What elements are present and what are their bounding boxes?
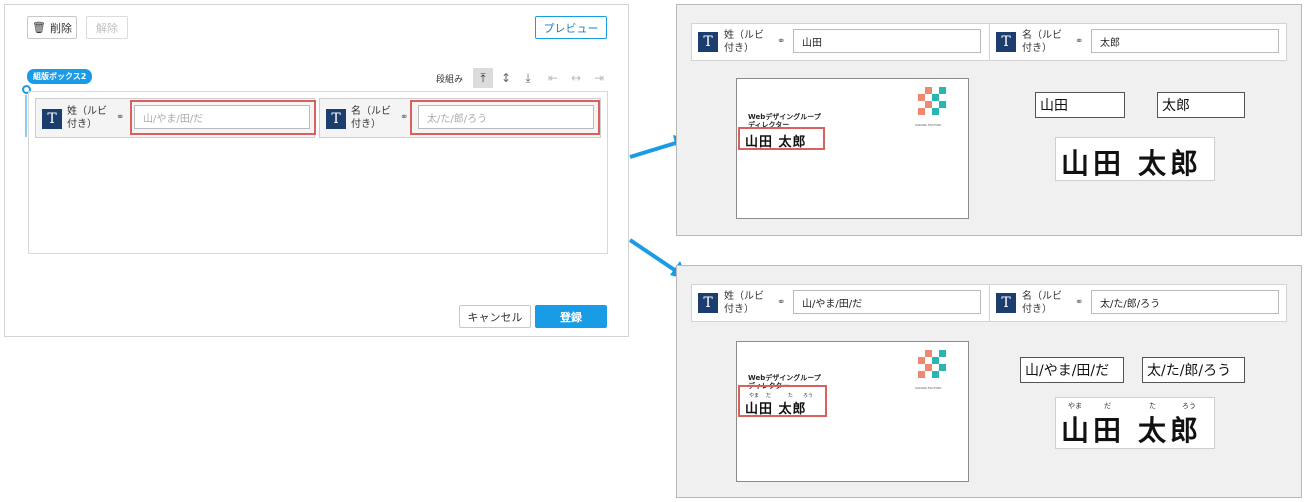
align-bottom-icon[interactable]: ⤓ bbox=[518, 68, 538, 88]
output-sei: 山田 bbox=[1035, 92, 1125, 118]
field-label: 姓（ルビ 付き） bbox=[67, 106, 107, 130]
mei-input[interactable]: 太/た/郎/ろう bbox=[1091, 290, 1279, 314]
text-type-icon: T bbox=[698, 32, 718, 52]
sakura-logo-icon bbox=[918, 350, 946, 378]
handle-line[interactable] bbox=[25, 95, 27, 137]
align-top-icon[interactable]: ⤒ bbox=[473, 68, 493, 88]
link-icon: ⚭ bbox=[116, 112, 125, 123]
link-icon: ⚭ bbox=[777, 297, 786, 308]
delete-button[interactable]: 🗑 削除 bbox=[27, 16, 77, 39]
highlight-mei bbox=[410, 100, 600, 135]
align-middle-icon[interactable]: ↕ bbox=[496, 68, 516, 88]
align-left-icon[interactable]: ⇤ bbox=[543, 68, 563, 88]
group-box-tag: 組版ボックス2 bbox=[27, 69, 93, 84]
preview-button[interactable]: プレビュー bbox=[535, 16, 607, 39]
link-icon: ⚭ bbox=[1075, 36, 1084, 47]
field-label: 姓（ルビ 付き） bbox=[724, 291, 764, 315]
output-big-name: 山田 太郎 bbox=[1055, 137, 1215, 181]
divider bbox=[989, 285, 990, 321]
mei-input[interactable]: 太郎 bbox=[1091, 29, 1279, 53]
big-mei: 太郎 bbox=[1138, 414, 1203, 447]
preview-panel-2: T 姓（ルビ 付き） ⚭ 山/やま/田/だ T 名（ルビ 付き） ⚭ 太/た/郎/ろ… bbox=[676, 265, 1302, 498]
output-big-name: やま だ た ろう 山田 太郎 bbox=[1055, 397, 1215, 449]
align-center-icon[interactable]: ↔ bbox=[566, 68, 586, 88]
link-icon: ⚭ bbox=[400, 112, 409, 123]
logo-text: SAKURA FACTORY bbox=[915, 123, 942, 127]
columns-label: 段組み bbox=[436, 75, 464, 85]
output-mei: 太郎 bbox=[1157, 92, 1245, 118]
text-type-icon: T bbox=[698, 293, 718, 313]
field-strip: T 姓（ルビ 付き） ⚭ 山/やま/田/だ T 名（ルビ 付き） ⚭ 太/た/郎/ろ… bbox=[691, 284, 1287, 322]
highlight-card-name bbox=[738, 385, 827, 417]
link-icon: ⚭ bbox=[1075, 297, 1084, 308]
big-sei: 山田 bbox=[1061, 147, 1126, 180]
cancel-button[interactable]: キャンセル bbox=[459, 305, 531, 328]
link-icon: ⚭ bbox=[777, 36, 786, 47]
editor-panel: 🗑 削除 解除 プレビュー 組版ボックス2 段組み ⤒ ↕ ⤓ ⇤ ↔ ⇥ T … bbox=[4, 4, 629, 337]
align-right-icon[interactable]: ⇥ bbox=[589, 68, 609, 88]
field-label: 姓（ルビ 付き） bbox=[724, 30, 764, 54]
field-label: 名（ルビ 付き） bbox=[1022, 291, 1062, 315]
preview-panel-1: T 姓（ルビ 付き） ⚭ 山田 T 名（ルビ 付き） ⚭ 太郎 Webデザイングルー… bbox=[676, 4, 1302, 236]
field-label: 名（ルビ 付き） bbox=[1022, 30, 1062, 54]
sei-input[interactable]: 山/やま/田/だ bbox=[793, 290, 981, 314]
text-type-icon: T bbox=[326, 109, 346, 129]
output-sei: 山/やま/田/だ bbox=[1020, 357, 1124, 383]
output-mei: 太/た/郎/ろう bbox=[1142, 357, 1245, 383]
field-strip: T 姓（ルビ 付き） ⚭ 山田 T 名（ルビ 付き） ⚭ 太郎 bbox=[691, 23, 1287, 61]
text-type-icon: T bbox=[996, 32, 1016, 52]
big-sei: 山田 bbox=[1061, 414, 1126, 447]
divider bbox=[989, 24, 990, 60]
trash-icon: 🗑 bbox=[32, 21, 46, 34]
text-type-icon: T bbox=[42, 109, 62, 129]
register-button[interactable]: 登録 bbox=[535, 305, 607, 328]
sakura-logo-icon bbox=[918, 87, 946, 115]
logo-text: SAKURA FACTORY bbox=[915, 386, 942, 390]
release-button[interactable]: 解除 bbox=[86, 16, 128, 39]
highlight-sei bbox=[130, 100, 316, 135]
text-type-icon: T bbox=[996, 293, 1016, 313]
big-mei: 太郎 bbox=[1138, 147, 1203, 180]
highlight-card-name bbox=[738, 127, 825, 150]
field-label: 名（ルビ 付き） bbox=[351, 106, 391, 130]
sei-input[interactable]: 山田 bbox=[793, 29, 981, 53]
